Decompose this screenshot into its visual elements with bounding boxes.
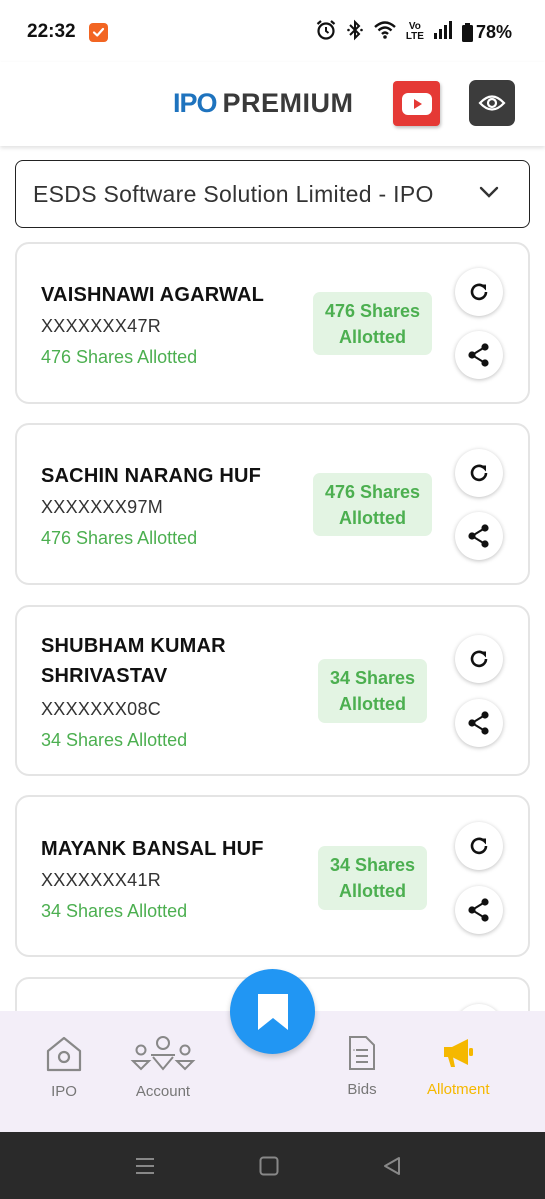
signal-icon bbox=[433, 20, 453, 44]
badge-line-1: 476 Shares bbox=[324, 300, 421, 321]
system-nav-bar bbox=[0, 1132, 545, 1199]
applicant-name: VAISHNAWI AGARWAL bbox=[41, 284, 265, 306]
status-bar: 22:32 Vo LTE 78% bbox=[0, 0, 545, 62]
bluetooth-icon bbox=[346, 19, 364, 46]
badge-line-1: 476 Shares bbox=[324, 481, 421, 502]
document-icon bbox=[349, 1036, 375, 1070]
volte-icon: Vo LTE bbox=[405, 21, 424, 42]
share-icon bbox=[468, 898, 489, 922]
badge-line-2: Allotted bbox=[339, 694, 406, 714]
nav-item-account[interactable]: Account bbox=[128, 1035, 198, 1100]
status-time: 22:32 bbox=[27, 21, 76, 42]
refresh-button[interactable] bbox=[455, 635, 503, 683]
applicant-name: MAYANK BANSAL HUF bbox=[41, 838, 264, 860]
badge-line-1: 34 Shares bbox=[329, 855, 416, 875]
notification-check-icon bbox=[89, 23, 108, 42]
applicant-pan: XXXXXXX41R bbox=[41, 870, 162, 890]
allotment-card: MAYANK BANSAL HUF XXXXXXX41R 34 Shares A… bbox=[15, 795, 530, 957]
home-icon bbox=[46, 1036, 82, 1072]
status-icons: Vo LTE 78% bbox=[315, 19, 512, 46]
applicant-name: SACHIN NARANG HUF bbox=[41, 465, 262, 487]
recents-icon[interactable] bbox=[135, 1157, 155, 1180]
share-button[interactable] bbox=[455, 512, 503, 560]
bookmark-fab-button[interactable] bbox=[230, 969, 315, 1054]
badge-line-2: Allotted bbox=[339, 881, 406, 901]
battery-percent: 78% bbox=[475, 21, 512, 42]
megaphone-icon bbox=[444, 1039, 474, 1067]
refresh-button[interactable] bbox=[455, 268, 503, 316]
refresh-icon bbox=[470, 837, 488, 855]
applicant-name-line-1: SHUBHAM KUMAR bbox=[41, 635, 226, 657]
share-icon bbox=[468, 711, 489, 735]
chevron-down-icon bbox=[479, 185, 499, 204]
status-badge: 476 Shares Allotted bbox=[313, 473, 432, 536]
refresh-button[interactable] bbox=[455, 822, 503, 870]
allotment-status: 34 Shares Allotted bbox=[41, 901, 188, 921]
youtube-button[interactable] bbox=[393, 81, 440, 126]
youtube-icon bbox=[401, 92, 432, 115]
share-icon bbox=[468, 343, 489, 367]
eye-icon bbox=[478, 95, 506, 111]
refresh-icon bbox=[470, 283, 488, 301]
allotment-status: 34 Shares Allotted bbox=[41, 730, 188, 750]
logo-ipo-text: IPO bbox=[173, 87, 218, 118]
applicant-pan: XXXXXXX97M bbox=[41, 497, 164, 517]
nav-item-allotment[interactable]: Allotment bbox=[427, 1035, 490, 1098]
allotment-status: 476 Shares Allotted bbox=[41, 347, 198, 367]
bookmark-icon bbox=[257, 993, 288, 1030]
nav-label-allotment: Allotment bbox=[427, 1081, 490, 1098]
applicant-name-line-2: SHRIVASTAV bbox=[41, 665, 168, 687]
ipo-select-value: ESDS Software Solution Limited - IPO bbox=[33, 180, 434, 207]
home-nav-icon[interactable] bbox=[259, 1156, 279, 1181]
badge-line-2: Allotted bbox=[339, 507, 406, 528]
accounts-icon bbox=[130, 1036, 196, 1071]
alarm-icon bbox=[315, 19, 337, 46]
nav-label-account: Account bbox=[135, 1083, 191, 1100]
status-badge: 476 Shares Allotted bbox=[313, 292, 432, 355]
share-button[interactable] bbox=[455, 699, 503, 747]
allotment-status: 476 Shares Allotted bbox=[41, 528, 198, 548]
status-badge: 34 Shares Allotted bbox=[318, 659, 427, 723]
share-icon bbox=[468, 524, 489, 548]
nav-item-ipo[interactable]: IPO bbox=[44, 1035, 84, 1100]
allotment-card: SHUBHAM KUMAR SHRIVASTAV XXXXXXX08C 34 S… bbox=[15, 605, 530, 776]
nav-label-ipo: IPO bbox=[51, 1083, 77, 1100]
wifi-icon bbox=[373, 20, 397, 45]
badge-line-1: 34 Shares bbox=[329, 668, 416, 688]
refresh-button[interactable] bbox=[455, 449, 503, 497]
logo-premium-text: PREMIUM bbox=[222, 87, 354, 118]
share-button[interactable] bbox=[455, 331, 503, 379]
app-header: IPO PREMIUM bbox=[0, 62, 545, 146]
refresh-icon bbox=[470, 650, 488, 668]
allotment-card: SACHIN NARANG HUF XXXXXXX97M 476 Shares … bbox=[15, 423, 530, 585]
ipo-select-dropdown[interactable]: ESDS Software Solution Limited - IPO bbox=[15, 160, 530, 228]
nav-item-bids[interactable]: Bids bbox=[346, 1035, 378, 1098]
applicant-pan: XXXXXXX47R bbox=[41, 316, 162, 336]
eye-button[interactable] bbox=[469, 80, 515, 126]
allotment-card: VAISHNAWI AGARWAL XXXXXXX47R 476 Shares … bbox=[15, 242, 530, 404]
applicant-pan: XXXXXXX08C bbox=[41, 699, 162, 719]
refresh-icon bbox=[470, 464, 488, 482]
status-badge: 34 Shares Allotted bbox=[318, 846, 427, 910]
back-icon[interactable] bbox=[382, 1156, 402, 1181]
battery-icon: 78% bbox=[461, 21, 512, 43]
share-button[interactable] bbox=[455, 886, 503, 934]
nav-label-bids: Bids bbox=[347, 1081, 377, 1098]
badge-line-2: Allotted bbox=[339, 326, 406, 347]
app-logo: IPO PREMIUM bbox=[173, 86, 354, 120]
